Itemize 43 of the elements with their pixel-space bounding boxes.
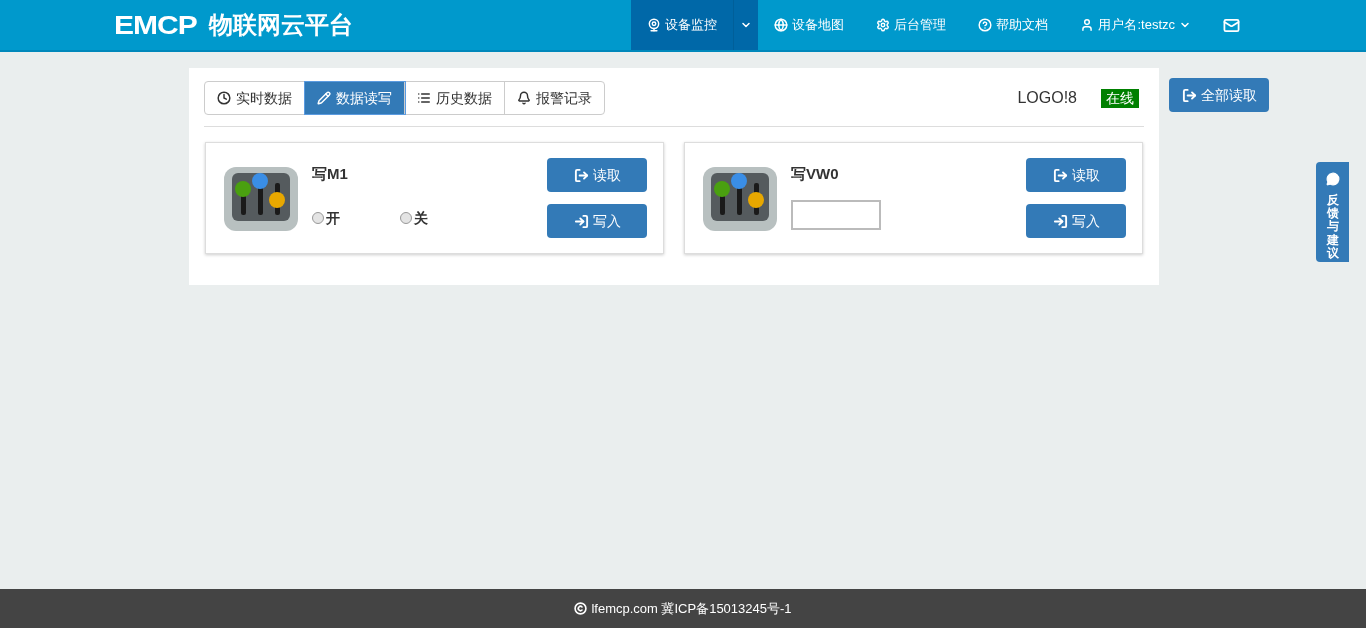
gears-icon [876,18,891,32]
user-icon [1080,18,1095,32]
value-field[interactable] [791,199,881,230]
radio-label: 开 [326,208,340,228]
nav-item[interactable]: 后台管理 [860,0,963,50]
help-icon [978,18,993,32]
exit-icon [1052,167,1068,183]
radio-button[interactable] [312,212,324,224]
status-badge: 在线 [1101,88,1139,108]
enter-icon [1052,213,1068,229]
card-title: 写M1 [312,164,349,184]
nav-item[interactable]: 用户名:testzc [1064,0,1207,50]
clock-icon [217,91,231,105]
pencil-icon [317,91,331,105]
radio-button[interactable] [400,212,412,224]
list-icon [417,91,431,105]
tab[interactable]: 数据读写 [305,82,405,114]
nav-item[interactable]: 帮助文档 [962,0,1065,50]
exit-icon [573,167,589,183]
feedback-tab[interactable]: 反馈与建议 [1316,162,1349,262]
exit-icon [1181,87,1197,103]
footer-text: lfemcp.com 冀ICP备15013245号-1 [591,599,792,618]
radio-label: 关 [414,208,428,228]
camera-icon [647,18,662,32]
tab[interactable]: 报警记录 [505,82,604,114]
device-name: LOGO!8 [1017,88,1077,108]
nav-item[interactable]: 设备地图 [758,0,861,50]
bell-icon [517,91,531,105]
tab[interactable]: 历史数据 [405,82,505,114]
card-title: 写VW0 [791,164,840,184]
logo: EMCP [114,10,197,42]
read-button[interactable]: 读取 [547,158,647,192]
read-button[interactable]: 读取 [1026,158,1126,192]
write-button[interactable]: 写入 [1026,204,1126,238]
site-title: 物联网云平台 [208,10,353,40]
globe-icon [774,18,789,32]
read-all-button[interactable]: 全部读取 [1169,78,1269,112]
enter-icon [573,213,589,229]
copyright-icon [574,602,588,615]
chat-icon [1325,172,1340,186]
mail-icon [1223,16,1240,34]
write-button[interactable]: 写入 [547,204,647,238]
nav-item[interactable]: 设备监控 [631,0,759,50]
